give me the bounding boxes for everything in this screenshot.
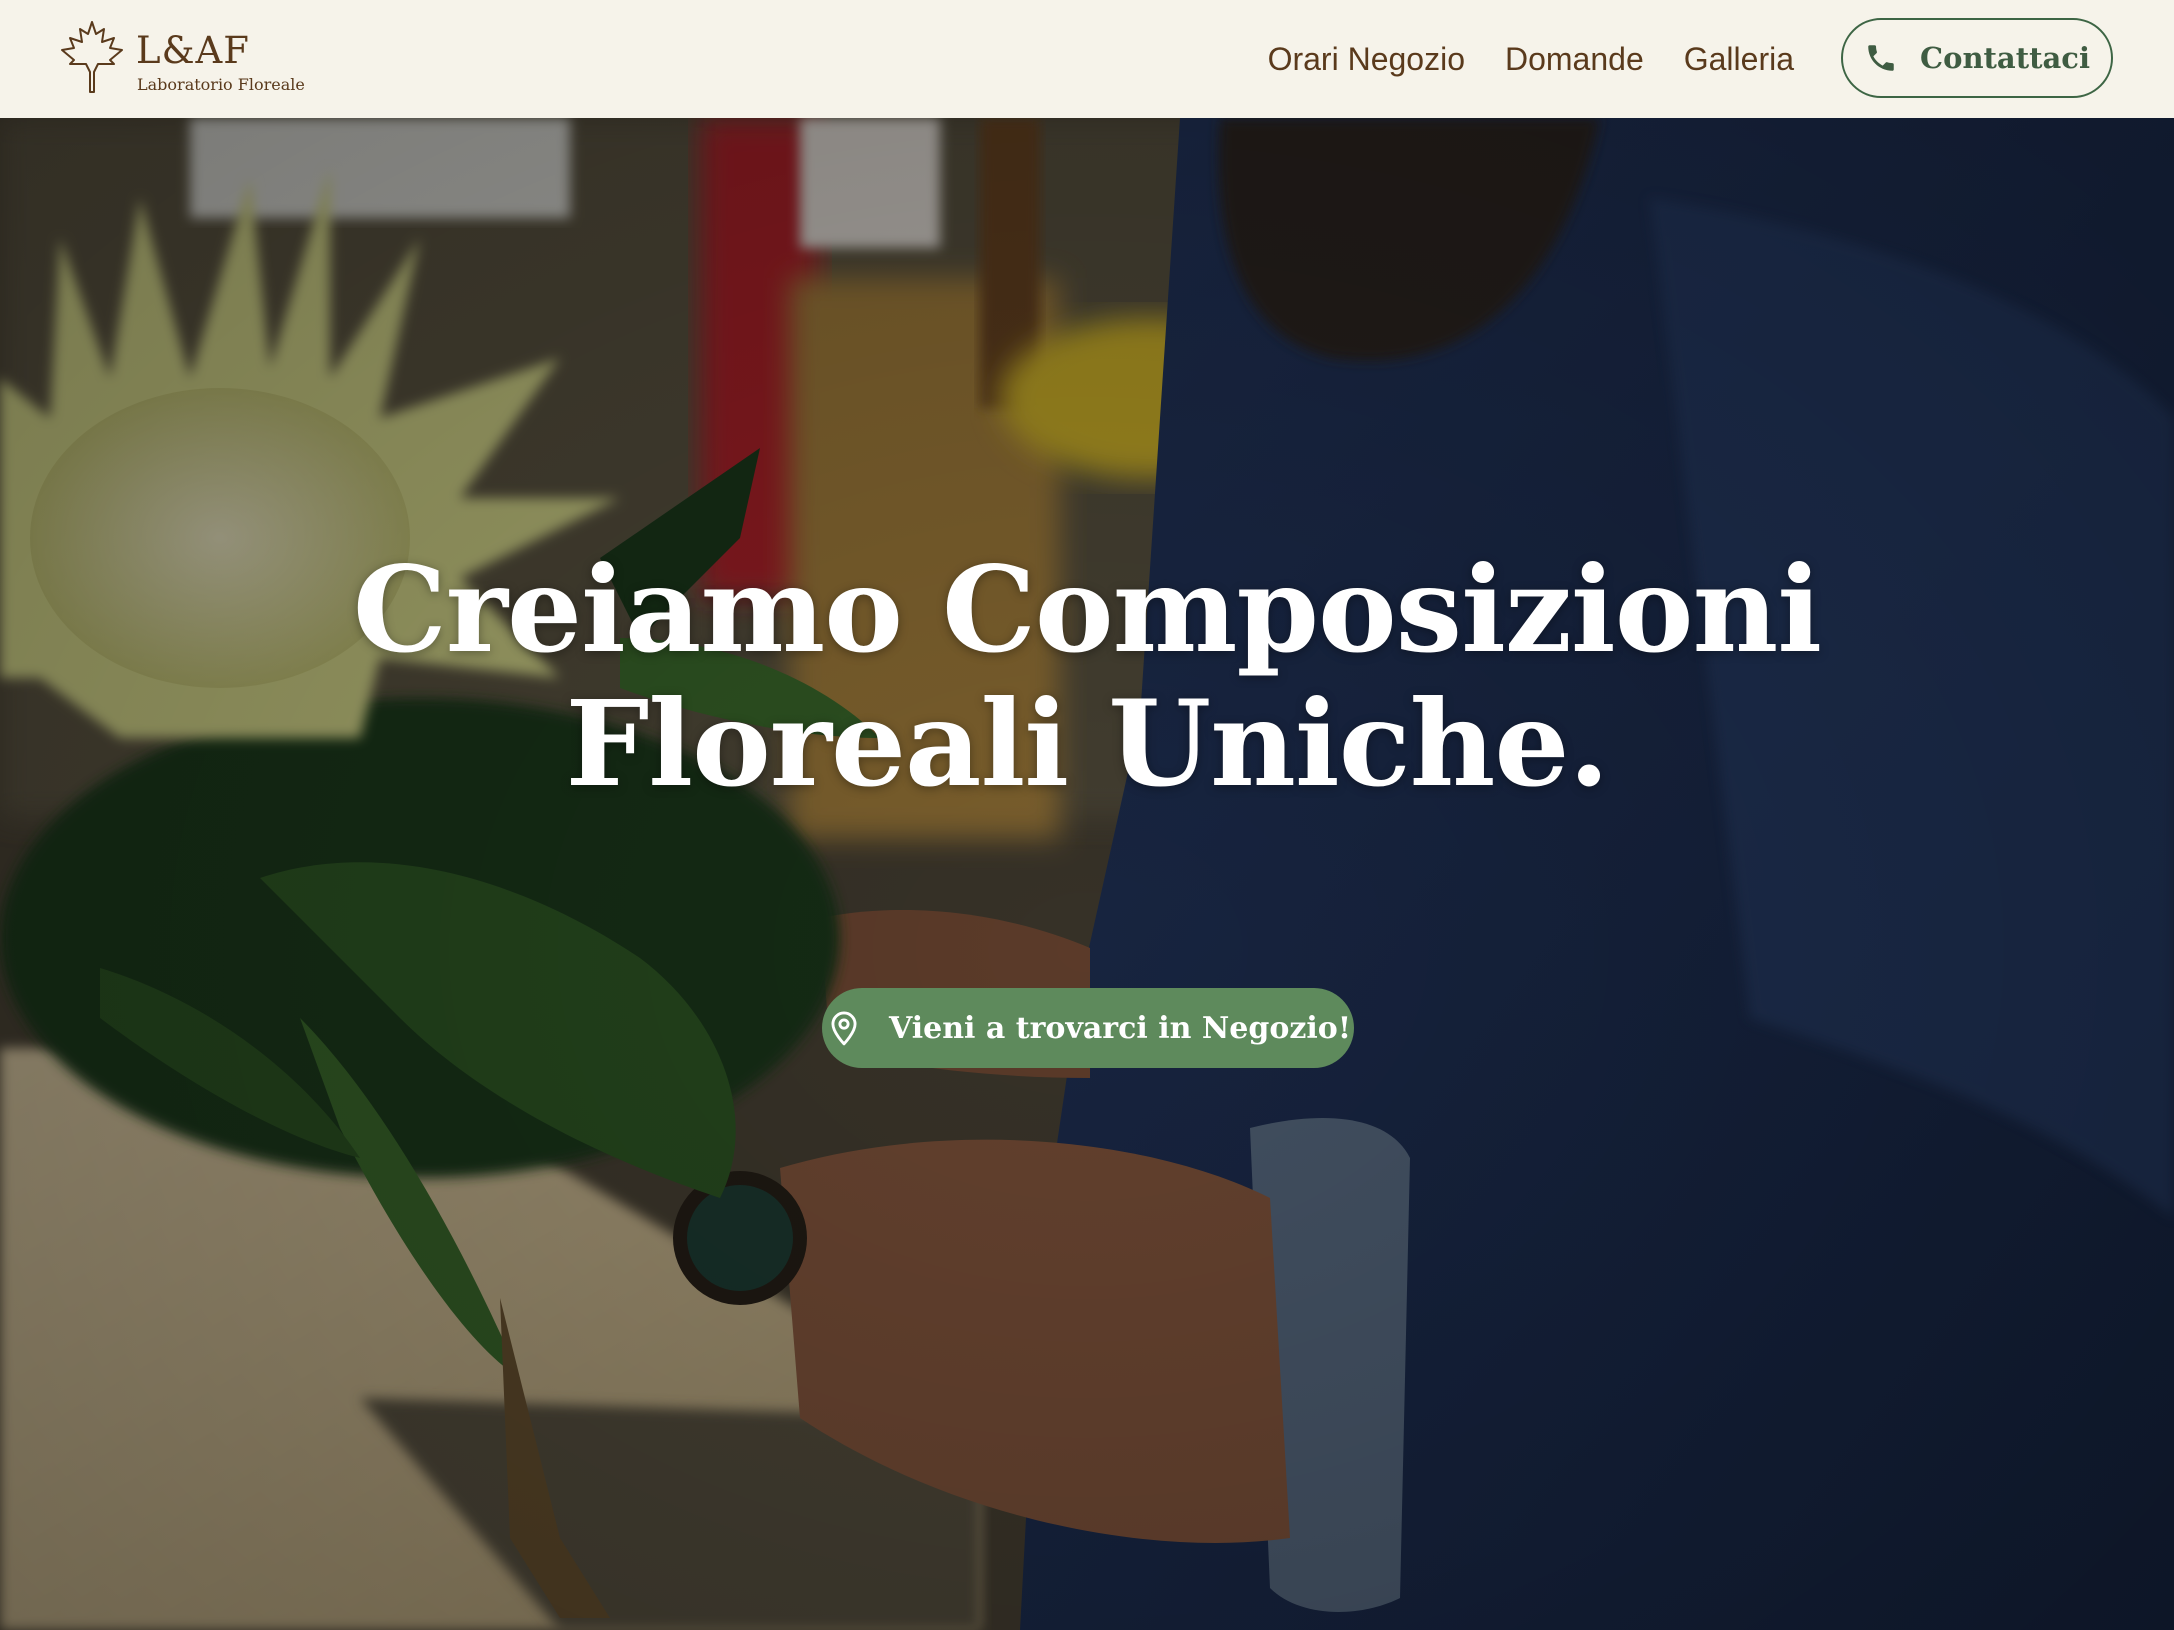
site-header: L&AF Laboratorio Floreale Orari Negozio … bbox=[0, 0, 2174, 118]
hero-title: Creiamo Composizioni Floreali Uniche. bbox=[0, 543, 2174, 811]
maple-leaf-logo-icon bbox=[61, 21, 123, 93]
visit-store-button-label: Vieni a trovarci in Negozio! bbox=[889, 1010, 1351, 1046]
hero-overlay bbox=[0, 118, 2174, 1630]
logo-subtitle: Laboratorio Floreale bbox=[137, 75, 305, 94]
hero-title-line-2: Floreali Uniche. bbox=[565, 674, 1609, 813]
hero-section bbox=[0, 118, 2174, 1630]
map-pin-icon bbox=[831, 1011, 857, 1046]
nav-item-galleria[interactable]: Galleria bbox=[1684, 41, 1794, 78]
logo-name: L&AF bbox=[136, 29, 250, 72]
nav-item-orari-negozio[interactable]: Orari Negozio bbox=[1268, 41, 1465, 78]
hero-title-line-1: Creiamo Composizioni bbox=[352, 540, 1822, 679]
phone-icon bbox=[1868, 45, 1894, 71]
contact-button-label: Contattaci bbox=[1920, 41, 2090, 75]
logo-link[interactable]: L&AF Laboratorio Floreale bbox=[60, 20, 320, 100]
nav-item-domande[interactable]: Domande bbox=[1505, 41, 1644, 78]
visit-store-button[interactable]: Vieni a trovarci in Negozio! bbox=[822, 988, 1354, 1068]
main-nav: Orari Negozio Domande Galleria bbox=[1268, 0, 1794, 118]
contact-button[interactable]: Contattaci bbox=[1841, 18, 2113, 98]
